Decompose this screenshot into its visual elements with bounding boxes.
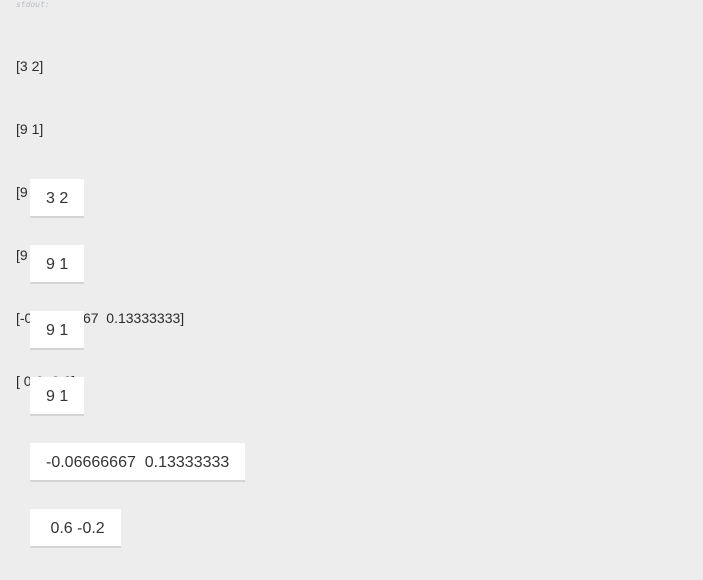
output-box: -0.06666667 0.13333333 (30, 443, 246, 482)
stdout-line: [9 1] (16, 121, 44, 137)
stdout-label: stdout: (16, 0, 50, 9)
output-box: 9 1 (30, 245, 85, 284)
output-box: 9 1 (30, 311, 85, 350)
output-box: 9 1 (30, 377, 85, 416)
stdout-line: [3 2] (16, 58, 44, 74)
output-box: 0.6 -0.2 (30, 509, 121, 548)
output-box: 3 2 (30, 179, 85, 218)
